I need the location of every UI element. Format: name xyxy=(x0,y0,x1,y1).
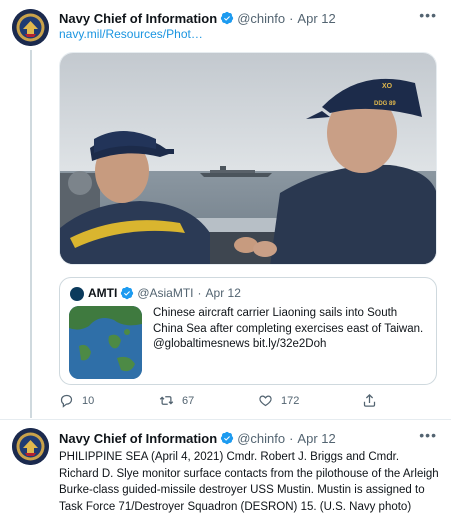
reply-count: 10 xyxy=(82,394,95,407)
author-handle[interactable]: @chinfo xyxy=(237,11,285,26)
like-count: 172 xyxy=(281,394,300,407)
thread-line xyxy=(30,50,32,418)
reply-button[interactable]: 10 xyxy=(59,393,94,408)
retweet-count: 67 xyxy=(182,394,195,407)
quote-author-name[interactable]: AMTI xyxy=(88,286,117,300)
author-name[interactable]: Navy Chief of Information xyxy=(59,431,217,446)
share-button[interactable] xyxy=(362,393,385,408)
reply-icon xyxy=(60,394,73,408)
separator-dot: · xyxy=(289,430,294,446)
separator-dot: · xyxy=(197,286,202,300)
verified-badge-icon xyxy=(221,431,234,445)
author-handle[interactable]: @chinfo xyxy=(237,431,285,446)
verified-badge-icon xyxy=(221,11,234,25)
more-icon[interactable]: ••• xyxy=(419,427,437,443)
quote-text: Chinese aircraft carrier Liaoning sails … xyxy=(153,307,424,350)
retweet-button[interactable]: 67 xyxy=(159,393,194,408)
quoted-tweet[interactable]: AMTI @AsiaMTI · Apr 12 Chinese aircraft … xyxy=(59,277,437,385)
quote-author-handle[interactable]: @AsiaMTI xyxy=(137,286,193,300)
map-thumbnail xyxy=(69,306,142,379)
avatar[interactable] xyxy=(12,9,49,46)
tweet-link[interactable]: navy.mil/Resources/Phot… xyxy=(59,27,203,41)
tweet-actions: 10 67 172 xyxy=(59,393,437,413)
separator-dot: · xyxy=(289,10,294,26)
tweet-date[interactable]: Apr 12 xyxy=(297,11,335,26)
like-button[interactable]: 172 xyxy=(258,393,299,408)
tweet-photo[interactable]: XO DDG 89 xyxy=(59,52,437,265)
more-icon[interactable]: ••• xyxy=(419,7,437,23)
tweet-text: PHILIPPINE SEA (April 4, 2021) Cmdr. Rob… xyxy=(59,451,439,513)
quote-map-thumbnail[interactable] xyxy=(69,306,142,379)
photo-illustration: XO DDG 89 xyxy=(60,53,436,264)
author-name[interactable]: Navy Chief of Information xyxy=(59,11,217,26)
cap-text-ddg: DDG 89 xyxy=(374,101,396,107)
share-icon xyxy=(363,393,376,407)
avatar[interactable] xyxy=(12,428,49,465)
quote-header: AMTI @AsiaMTI · Apr 12 xyxy=(88,286,241,300)
retweet-icon xyxy=(159,396,174,405)
tweet-2[interactable]: Navy Chief of Information @chinfo · Apr … xyxy=(0,420,451,515)
navy-seal-icon xyxy=(12,9,49,46)
quote-avatar[interactable] xyxy=(70,287,84,301)
verified-badge-icon xyxy=(121,286,134,300)
navy-seal-icon xyxy=(12,428,49,465)
tweet-header: Navy Chief of Information @chinfo · Apr … xyxy=(59,9,336,27)
cap-text-xo: XO xyxy=(382,83,393,90)
tweet-header: Navy Chief of Information @chinfo · Apr … xyxy=(59,429,336,447)
tweet-date[interactable]: Apr 12 xyxy=(297,431,335,446)
quote-date[interactable]: Apr 12 xyxy=(206,286,241,300)
tweet-1[interactable]: Navy Chief of Information @chinfo · Apr … xyxy=(0,0,451,420)
like-icon xyxy=(259,395,272,407)
